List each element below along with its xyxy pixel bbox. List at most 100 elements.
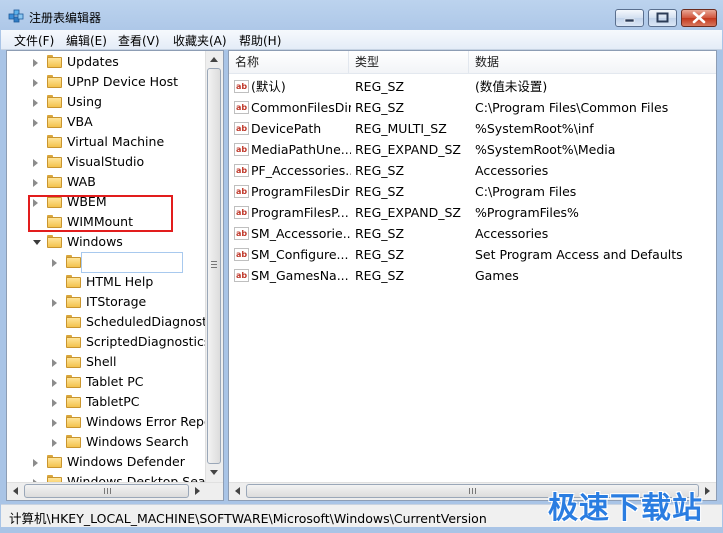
tree-item-label: Using: [67, 94, 102, 109]
selected-key-highlight: [81, 252, 183, 273]
tree-item-label: WAB: [67, 174, 96, 189]
column-header-data[interactable]: 数据: [469, 51, 716, 73]
menu-edit[interactable]: 编辑(E): [66, 32, 107, 49]
tree-item[interactable]: HTML Help: [7, 272, 207, 292]
table-row[interactable]: ab DevicePath REG_MULTI_SZ %SystemRoot%\inf: [229, 118, 716, 139]
values-list[interactable]: 名称 类型 数据 ab (默认) REG_SZ (数值未设置) ab CommonFile…: [228, 50, 717, 501]
cell-name: SM_GamesNa...: [251, 268, 349, 283]
table-row[interactable]: ab (默认) REG_SZ (数值未设置): [229, 76, 716, 97]
arrow-left-icon: [235, 487, 240, 495]
table-row[interactable]: ab ProgramFilesP... REG_EXPAND_SZ %ProgramF…: [229, 202, 716, 223]
tree-item-label: Windows Error Repo: [86, 414, 212, 429]
table-row[interactable]: ab CommonFilesDir REG_SZ C:\Program Files\C…: [229, 97, 716, 118]
tree-item[interactable]: Virtual Machine: [7, 132, 207, 152]
table-row[interactable]: ab SM_GamesNa... REG_SZ Games: [229, 265, 716, 286]
string-value-icon: ab: [234, 248, 249, 261]
tree-item[interactable]: Windows Search: [7, 432, 207, 452]
tree-item[interactable]: ScriptedDiagnosticsP: [7, 332, 218, 352]
tree-scroll-left-button[interactable]: [7, 483, 24, 500]
tree-hscroll-thumb[interactable]: [24, 484, 189, 498]
expand-arrow-icon[interactable]: [33, 99, 38, 107]
cell-type: REG_SZ: [355, 100, 405, 115]
expanded-arrow-icon[interactable]: [33, 240, 41, 245]
menu-view[interactable]: 查看(V): [118, 32, 160, 49]
folder-icon: [66, 295, 81, 308]
table-row[interactable]: ab ProgramFilesDir REG_SZ C:\Program Files: [229, 181, 716, 202]
tree-item[interactable]: Windows Defender: [7, 452, 207, 472]
tree-item-label: Windows Defender: [67, 454, 185, 469]
expand-arrow-icon[interactable]: [52, 299, 57, 307]
tree-item[interactable]: Tablet PC: [7, 372, 207, 392]
column-header-type[interactable]: 类型: [349, 51, 469, 73]
tree-scroll-up-button[interactable]: [206, 51, 223, 68]
cell-type: REG_SZ: [355, 247, 405, 262]
expand-arrow-icon[interactable]: [33, 459, 38, 467]
folder-icon: [66, 335, 81, 348]
status-key-path: 计算机\HKEY_LOCAL_MACHINE\SOFTWARE\Microsof…: [9, 511, 487, 526]
expand-arrow-icon[interactable]: [52, 399, 57, 407]
tree-item[interactable]: VBA: [7, 112, 207, 132]
tree-scroll-right-button[interactable]: [189, 483, 206, 500]
registry-tree[interactable]: Updates UPnP Device Host Using VBA Virtual M…: [6, 50, 224, 501]
tree-item-label: VBA: [67, 114, 93, 129]
tree-item[interactable]: Windows: [7, 232, 207, 252]
tree-item-label: UPnP Device Host: [67, 74, 179, 89]
tree-item-label: Shell: [86, 354, 117, 369]
menu-help[interactable]: 帮助(H): [239, 32, 281, 49]
expand-arrow-icon[interactable]: [33, 159, 38, 167]
folder-icon: [66, 255, 81, 268]
tree-item[interactable]: WAB: [7, 172, 207, 192]
tree-item-label: ITStorage: [86, 294, 147, 309]
tree-item-label: ScriptedDiagnosticsP: [86, 334, 218, 349]
tree-item[interactable]: VisualStudio: [7, 152, 207, 172]
expand-arrow-icon[interactable]: [33, 79, 38, 87]
expand-arrow-icon[interactable]: [33, 119, 38, 127]
tree-item[interactable]: Using: [7, 92, 207, 112]
tree-item-label: Tablet PC: [86, 374, 144, 389]
close-button[interactable]: [681, 9, 717, 27]
tree-item[interactable]: TabletPC: [7, 392, 207, 412]
folder-icon: [47, 95, 62, 108]
cell-name: PF_Accessories...: [251, 163, 351, 178]
tree-item[interactable]: Windows Error Repo: [7, 412, 212, 432]
menu-favorites[interactable]: 收藏夹(A): [173, 32, 227, 49]
expand-arrow-icon[interactable]: [33, 179, 38, 187]
expand-arrow-icon[interactable]: [52, 439, 57, 447]
tree-item[interactable]: Updates: [7, 52, 207, 72]
expand-arrow-icon[interactable]: [52, 359, 57, 367]
tree-horizontal-scrollbar[interactable]: [7, 482, 223, 500]
tree-item[interactable]: Shell: [7, 352, 207, 372]
table-row[interactable]: ab SM_Configure... REG_SZ Set Program Acces…: [229, 244, 716, 265]
tree-item[interactable]: ITStorage: [7, 292, 207, 312]
minimize-button[interactable]: [615, 9, 644, 27]
string-value-icon: ab: [234, 80, 249, 93]
tree-scroll-thumb[interactable]: [207, 68, 221, 464]
tree-item[interactable]: ScheduledDiagnostic: [7, 312, 217, 332]
string-value-icon: ab: [234, 143, 249, 156]
table-row[interactable]: ab PF_Accessories... REG_SZ Accessories: [229, 160, 716, 181]
cell-type: REG_SZ: [355, 79, 405, 94]
expand-arrow-icon[interactable]: [52, 419, 57, 427]
folder-icon: [47, 155, 62, 168]
title-bar[interactable]: 注册表编辑器: [0, 0, 723, 30]
table-row[interactable]: ab SM_Accessorie... REG_SZ Accessories: [229, 223, 716, 244]
table-row[interactable]: ab MediaPathUne... REG_EXPAND_SZ %SystemRoo…: [229, 139, 716, 160]
window-title: 注册表编辑器: [29, 11, 102, 25]
expand-arrow-icon[interactable]: [52, 379, 57, 387]
cell-type: REG_SZ: [355, 163, 405, 178]
tree-vertical-scrollbar[interactable]: [205, 51, 223, 482]
folder-icon: [47, 115, 62, 128]
string-value-icon: ab: [234, 164, 249, 177]
expand-arrow-icon[interactable]: [52, 259, 57, 267]
list-scroll-left-button[interactable]: [229, 483, 246, 500]
expand-arrow-icon[interactable]: [33, 59, 38, 67]
cell-name: ProgramFilesP...: [251, 205, 349, 220]
regedit-window: 注册表编辑器 文件(F) 编辑(E) 查看(V) 收藏夹(A) 帮助(H) Up…: [0, 0, 723, 533]
menu-file[interactable]: 文件(F): [14, 32, 54, 49]
tree-item[interactable]: UPnP Device Host: [7, 72, 207, 92]
maximize-button[interactable]: [648, 9, 677, 27]
cell-name: ProgramFilesDir: [251, 184, 350, 199]
tree-scroll-down-button[interactable]: [206, 464, 223, 481]
folder-icon: [66, 395, 81, 408]
column-header-name[interactable]: 名称: [229, 51, 349, 73]
